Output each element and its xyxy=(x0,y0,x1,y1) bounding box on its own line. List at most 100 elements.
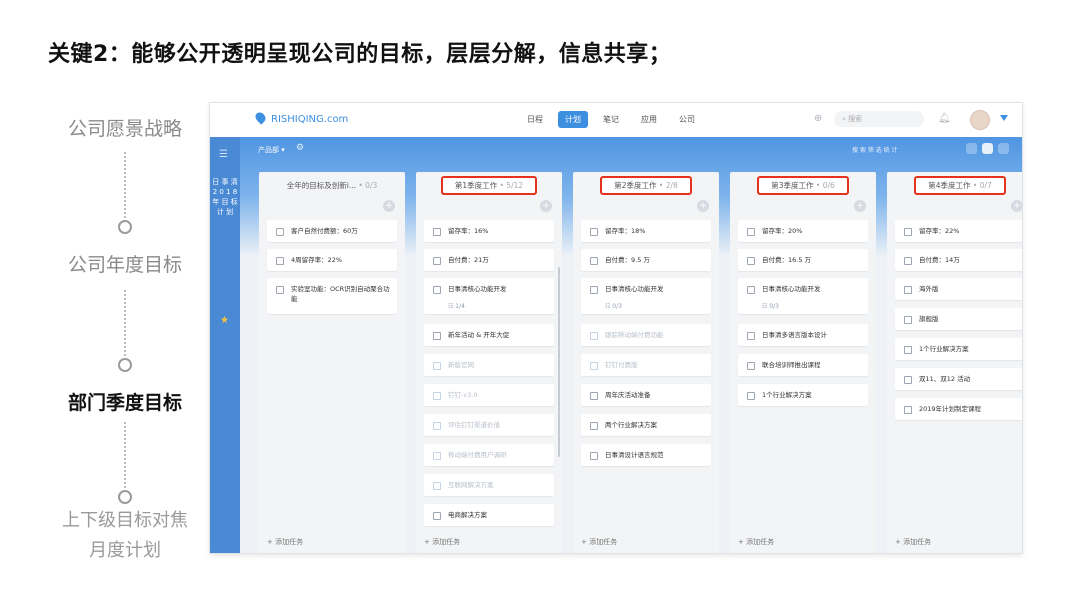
add-task-icon[interactable]: + xyxy=(1011,200,1022,212)
column-title[interactable]: 第3季度工作 • 0/6 xyxy=(730,176,876,195)
task-checkbox[interactable] xyxy=(590,422,598,430)
task-card-done[interactable]: 钉钉付费版 xyxy=(581,354,711,376)
goal-hierarchy-steps: 公司愿景战略 公司年度目标 部门季度目标 上下级目标对焦 月度计划 xyxy=(40,108,210,588)
task-card[interactable]: 2019年计划制定课程 xyxy=(895,398,1022,420)
add-icon[interactable]: ⊕ xyxy=(814,113,822,124)
task-card-done[interactable]: 钉钉-v3.0 xyxy=(424,384,554,406)
gear-icon[interactable]: ⚙ xyxy=(296,143,304,153)
task-card[interactable]: 留存率：18% xyxy=(581,220,711,242)
task-checkbox[interactable] xyxy=(276,228,284,236)
task-card[interactable]: 周年庆活动准备 xyxy=(581,384,711,406)
search-input[interactable]: ⌕ 搜索 xyxy=(834,111,924,127)
task-card[interactable]: 留存率：20% xyxy=(738,220,868,242)
task-card[interactable]: 自付费：14万 xyxy=(895,249,1022,271)
task-checkbox[interactable] xyxy=(904,257,912,265)
task-card[interactable]: 日事清核心功能开发 ☷ 0/3 xyxy=(738,278,868,314)
task-checkbox[interactable] xyxy=(433,332,441,340)
task-card[interactable]: 留存率：16% xyxy=(424,220,554,242)
task-checkbox-done[interactable] xyxy=(433,482,441,490)
task-checkbox[interactable] xyxy=(590,257,598,265)
task-card[interactable]: 日事清核心功能开发 ☷ 1/4 xyxy=(424,278,554,314)
task-checkbox-done[interactable] xyxy=(590,332,598,340)
add-task-icon[interactable]: + xyxy=(697,200,709,212)
task-card[interactable]: 电商解决方案 xyxy=(424,504,554,526)
board-tools[interactable]: 搜 索 筛 选 统 计 xyxy=(852,145,898,154)
tab-apps[interactable]: 应用 xyxy=(634,111,664,128)
task-card[interactable]: 双11、双12 活动 xyxy=(895,368,1022,390)
tab-notes[interactable]: 笔记 xyxy=(596,111,626,128)
list-view-icon[interactable] xyxy=(966,143,977,154)
column-scrollbar[interactable] xyxy=(558,267,560,457)
task-card[interactable]: 自付费：9.5 万 xyxy=(581,249,711,271)
task-checkbox[interactable] xyxy=(433,228,441,236)
task-card[interactable]: 日事清核心功能开发 ☷ 0/3 xyxy=(581,278,711,314)
tab-company[interactable]: 公司 xyxy=(672,111,702,128)
project-selector[interactable]: 产品部 ▾ xyxy=(258,145,285,155)
chevron-down-icon[interactable] xyxy=(1000,115,1008,121)
task-card-done[interactable]: 新版官网 xyxy=(424,354,554,376)
task-checkbox[interactable] xyxy=(904,228,912,236)
task-card[interactable]: 两个行业解决方案 xyxy=(581,414,711,436)
column-title[interactable]: 第1季度工作 • 5/12 xyxy=(416,176,562,195)
column-title[interactable]: 全年的目标及创新i... • 0/3 xyxy=(259,180,405,191)
bell-icon[interactable]: 🔔︎ xyxy=(938,113,951,124)
task-checkbox-done[interactable] xyxy=(433,422,441,430)
task-card-done[interactable]: 跟踪移动端付费功能 xyxy=(581,324,711,346)
column-title[interactable]: 第2季度工作 • 2/8 xyxy=(573,176,719,195)
task-card[interactable]: 联合培训师推出课程 xyxy=(738,354,868,376)
task-checkbox-done[interactable] xyxy=(433,452,441,460)
task-checkbox[interactable] xyxy=(433,257,441,265)
task-checkbox[interactable] xyxy=(904,346,912,354)
task-checkbox[interactable] xyxy=(747,228,755,236)
task-checkbox[interactable] xyxy=(747,392,755,400)
task-checkbox[interactable] xyxy=(433,512,441,520)
user-avatar[interactable] xyxy=(970,110,990,130)
sidebar-plan-name[interactable]: 日 事 清 2 0 1 8 年 目 标 计 划 xyxy=(210,177,240,217)
task-card[interactable]: 新年活动 & 开年大促 xyxy=(424,324,554,346)
task-checkbox[interactable] xyxy=(747,332,755,340)
task-checkbox[interactable] xyxy=(276,286,284,294)
add-task-icon[interactable]: + xyxy=(540,200,552,212)
add-task-icon[interactable]: + xyxy=(383,200,395,212)
task-checkbox[interactable] xyxy=(904,286,912,294)
task-checkbox[interactable] xyxy=(433,286,441,294)
column-title[interactable]: 第4季度工作 • 0/7 xyxy=(887,176,1022,195)
task-card-done[interactable]: 评估钉钉渠道价值 xyxy=(424,414,554,436)
task-card[interactable]: 海外版 xyxy=(895,278,1022,300)
task-card[interactable]: 旗舰版 xyxy=(895,308,1022,330)
task-card[interactable]: 自付费：21万 xyxy=(424,249,554,271)
task-checkbox[interactable] xyxy=(904,316,912,324)
task-checkbox[interactable] xyxy=(276,257,284,265)
task-card-done[interactable]: 互联网解决方案 xyxy=(424,474,554,496)
task-checkbox[interactable] xyxy=(590,452,598,460)
task-card[interactable]: 日事清多语言版本设计 xyxy=(738,324,868,346)
menu-icon[interactable]: ☰ xyxy=(219,149,228,160)
task-checkbox-done[interactable] xyxy=(433,362,441,370)
task-card[interactable]: 4周留存率：22% xyxy=(267,249,397,271)
add-task-icon[interactable]: + xyxy=(854,200,866,212)
task-card[interactable]: 客户自然付费额：60万 xyxy=(267,220,397,242)
task-checkbox[interactable] xyxy=(904,406,912,414)
task-checkbox[interactable] xyxy=(747,362,755,370)
task-checkbox-done[interactable] xyxy=(590,362,598,370)
task-card[interactable]: 1个行业解决方案 xyxy=(895,338,1022,360)
task-checkbox[interactable] xyxy=(904,376,912,384)
tab-plan[interactable]: 计划 xyxy=(558,111,588,128)
task-checkbox[interactable] xyxy=(590,392,598,400)
tab-schedule[interactable]: 日程 xyxy=(520,111,550,128)
task-checkbox[interactable] xyxy=(590,228,598,236)
timeline-view-icon[interactable] xyxy=(998,143,1009,154)
task-card[interactable]: 1个行业解决方案 xyxy=(738,384,868,406)
task-checkbox[interactable] xyxy=(747,257,755,265)
board-view-icon[interactable] xyxy=(982,143,993,154)
task-checkbox-done[interactable] xyxy=(433,392,441,400)
task-card[interactable]: 实验室功能：OCR识别自动聚合功能 xyxy=(267,278,397,314)
task-card[interactable]: 自付费：16.5 万 xyxy=(738,249,868,271)
task-card[interactable]: 日事清设计语言规范 xyxy=(581,444,711,466)
task-card-done[interactable]: 移动端付费用户调研 xyxy=(424,444,554,466)
app-logo[interactable]: RISHIQING.com xyxy=(253,110,348,125)
star-icon[interactable]: ★ xyxy=(220,315,229,326)
task-checkbox[interactable] xyxy=(747,286,755,294)
task-card[interactable]: 留存率：22% xyxy=(895,220,1022,242)
task-checkbox[interactable] xyxy=(590,286,598,294)
